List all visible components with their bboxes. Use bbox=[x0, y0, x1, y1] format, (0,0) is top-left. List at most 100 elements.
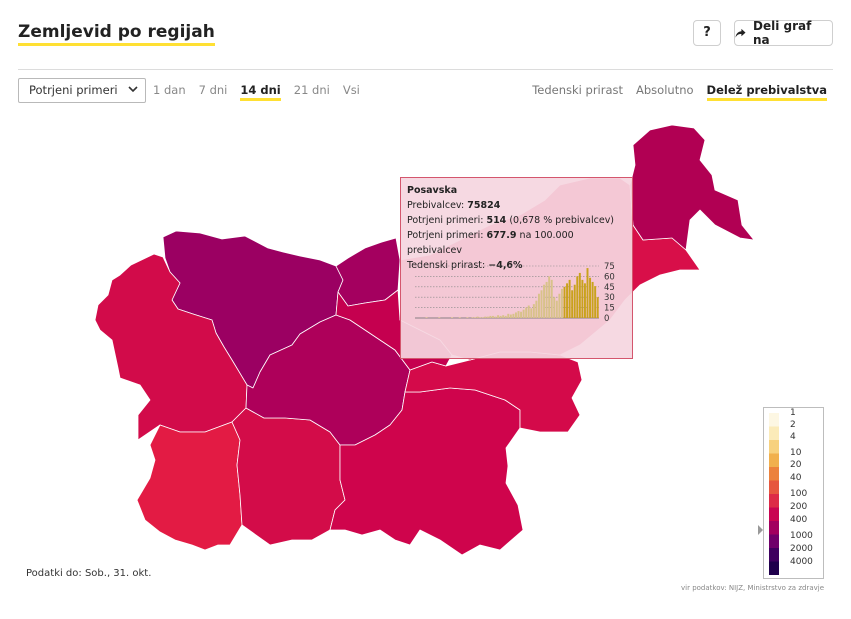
tooltip-per100k-value: 677.9 bbox=[486, 230, 517, 241]
sparkline-bar bbox=[578, 272, 581, 318]
tooltip-per100k: Potrjeni primeri: 677.9 na 100.000 prebi… bbox=[407, 228, 626, 258]
sparkline-bar bbox=[527, 305, 530, 318]
sparkline-bar bbox=[425, 317, 428, 318]
sparkline-bar bbox=[484, 316, 487, 318]
sparkline-tick-label: 30 bbox=[604, 293, 615, 303]
tooltip-confirmed-label: Potrjeni primeri: bbox=[407, 215, 484, 226]
sparkline-bar bbox=[451, 317, 454, 318]
sparkline-bar bbox=[576, 276, 579, 318]
tooltip-region-name: Posavska bbox=[407, 185, 458, 196]
sparkline-bar bbox=[504, 315, 507, 318]
sparkline-bar bbox=[514, 312, 517, 318]
tooltip-confirmed: Potrjeni primeri: 514 (0,678 % prebivalc… bbox=[407, 213, 626, 228]
sparkline-bar bbox=[517, 311, 520, 318]
legend-label: 20 bbox=[790, 460, 802, 470]
legend-color-step bbox=[769, 467, 779, 481]
tooltip-population-value: 75824 bbox=[467, 200, 501, 211]
sparkline-bar bbox=[499, 315, 502, 318]
legend-label: 10 bbox=[790, 448, 802, 458]
region-obalno-kraska[interactable] bbox=[136, 421, 243, 551]
sparkline-bar bbox=[543, 284, 546, 318]
legend-color-step bbox=[769, 413, 779, 427]
sparkline-bar bbox=[563, 286, 566, 318]
sparkline-bar bbox=[596, 297, 599, 318]
sparkline-bar bbox=[591, 281, 594, 318]
legend-pointer-icon bbox=[758, 525, 763, 535]
sparkline-bar bbox=[466, 317, 469, 318]
color-legend: 1 2 4 10 20 40 100 200 400 1000 2000 4000 bbox=[763, 407, 824, 579]
legend-color-step bbox=[769, 426, 779, 441]
sparkline-bar bbox=[540, 290, 543, 318]
sparkline-bar bbox=[553, 297, 556, 318]
legend-color-step bbox=[769, 534, 779, 549]
sparkline-bar bbox=[489, 315, 492, 318]
sparkline-bar bbox=[491, 315, 494, 318]
sparkline-bar bbox=[507, 313, 510, 318]
sparkline-bar bbox=[497, 315, 500, 318]
legend-label: 4000 bbox=[790, 557, 813, 567]
sparkline-bar bbox=[571, 290, 574, 318]
sparkline-bar bbox=[558, 293, 561, 318]
sparkline-tick-label: 0 bbox=[604, 314, 609, 324]
sparkline-bar bbox=[530, 308, 533, 318]
sparkline-bar bbox=[566, 283, 569, 318]
sparkline-bar bbox=[525, 307, 528, 318]
sparkline-bar bbox=[532, 304, 535, 318]
tooltip-population-label: Prebivalcev: bbox=[407, 200, 465, 211]
legend-color-scale bbox=[769, 413, 779, 575]
tooltip-population: Prebivalcev: 75824 bbox=[407, 198, 626, 213]
legend-color-step bbox=[769, 521, 779, 535]
sparkline-bar bbox=[522, 309, 525, 318]
sparkline-bar bbox=[581, 279, 584, 318]
legend-color-step bbox=[769, 480, 779, 495]
sparkline-bar bbox=[481, 317, 484, 318]
sparkline-bar bbox=[438, 317, 441, 318]
sparkline-bar bbox=[560, 288, 563, 318]
legend-label: 1000 bbox=[790, 531, 813, 541]
sparkline-bar bbox=[520, 311, 523, 318]
sparkline-bar bbox=[494, 316, 497, 318]
tooltip-sparkline-chart: 75604530150 bbox=[415, 262, 615, 324]
sparkline-bar bbox=[476, 316, 479, 318]
legend-color-step bbox=[769, 548, 779, 562]
sparkline-bar bbox=[502, 315, 505, 318]
sparkline-bar bbox=[586, 268, 589, 318]
legend-label: 100 bbox=[790, 489, 808, 499]
sparkline-bar bbox=[555, 300, 558, 318]
legend-color-step bbox=[769, 561, 779, 575]
tooltip-per100k-label: Potrjeni primeri: bbox=[407, 230, 484, 241]
sparkline-bar bbox=[548, 276, 551, 318]
sparkline-tick-label: 75 bbox=[604, 262, 615, 272]
sparkline-bar bbox=[550, 279, 553, 318]
sparkline-bar bbox=[568, 279, 571, 318]
sparkline-bar bbox=[486, 316, 489, 318]
legend-label: 2000 bbox=[790, 544, 813, 554]
sparkline-tick-label: 45 bbox=[604, 283, 615, 293]
sparkline-bar bbox=[479, 317, 482, 318]
legend-label: 4 bbox=[790, 432, 796, 442]
legend-color-step bbox=[769, 440, 779, 454]
sparkline-tick-label: 15 bbox=[604, 304, 615, 314]
legend-color-step bbox=[769, 453, 779, 468]
legend-label: 2 bbox=[790, 420, 796, 430]
region-pomurska[interactable] bbox=[629, 124, 755, 251]
legend-label: 400 bbox=[790, 515, 808, 525]
sparkline-bar bbox=[474, 317, 477, 318]
sparkline-bar bbox=[583, 283, 586, 318]
legend-color-step bbox=[769, 494, 779, 508]
tooltip-confirmed-value: 514 bbox=[486, 215, 507, 226]
sparkline-tick-label: 60 bbox=[604, 272, 615, 282]
sparkline-bar bbox=[594, 286, 597, 318]
sparkline-bar bbox=[512, 313, 515, 318]
legend-label: 1 bbox=[790, 408, 796, 418]
legend-label: 40 bbox=[790, 473, 802, 483]
sparkline-bar bbox=[471, 317, 474, 318]
sparkline-bar bbox=[589, 277, 592, 318]
legend-color-step bbox=[769, 507, 779, 522]
data-source: vir podatkov: NIJZ, Ministrstvo za zdrav… bbox=[681, 584, 824, 592]
region-tooltip: Posavska Prebivalcev: 75824 Potrjeni pri… bbox=[400, 177, 633, 359]
sparkline-bar bbox=[458, 317, 461, 318]
sparkline-bar bbox=[537, 293, 540, 318]
data-date: Podatki do: Sob., 31. okt. bbox=[26, 568, 152, 579]
legend-label: 200 bbox=[790, 502, 808, 512]
